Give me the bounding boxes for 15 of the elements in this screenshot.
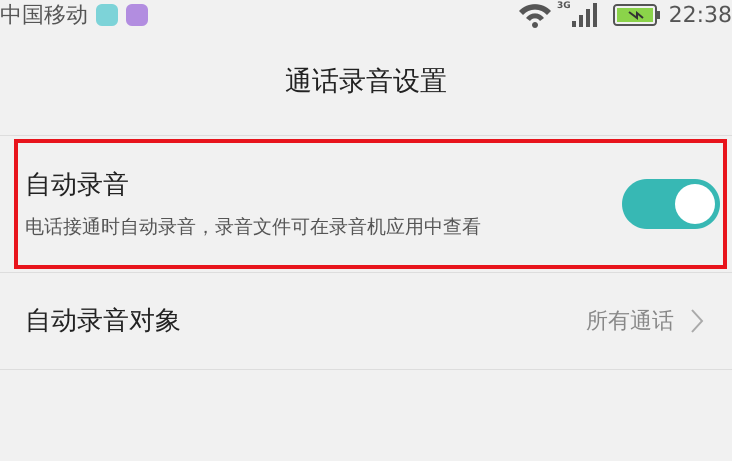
chevron-right-icon — [690, 308, 704, 334]
setting-label: 自动录音 — [25, 169, 130, 202]
carrier-name: 中国移动 — [0, 2, 88, 30]
wifi-icon — [516, 2, 553, 28]
clock-time: 22:38 — [668, 2, 732, 30]
signal-icon — [570, 3, 597, 27]
settings-row[interactable]: 自动录音对象 所有通话 — [0, 273, 732, 370]
settings-row[interactable]: 自动录音 电话接通时自动录音，录音文件可在录音机应用中查看 — [0, 136, 732, 273]
battery-charging-icon — [612, 4, 661, 26]
page-title: 通话录音设置 — [285, 65, 447, 100]
toggle-switch[interactable] — [622, 179, 720, 229]
network-type: 3G — [556, 0, 571, 13]
setting-value: 所有通话 — [586, 308, 674, 336]
setting-label: 自动录音对象 — [25, 304, 182, 338]
setting-description: 电话接通时自动录音，录音文件可在录音机应用中查看 — [25, 215, 482, 240]
